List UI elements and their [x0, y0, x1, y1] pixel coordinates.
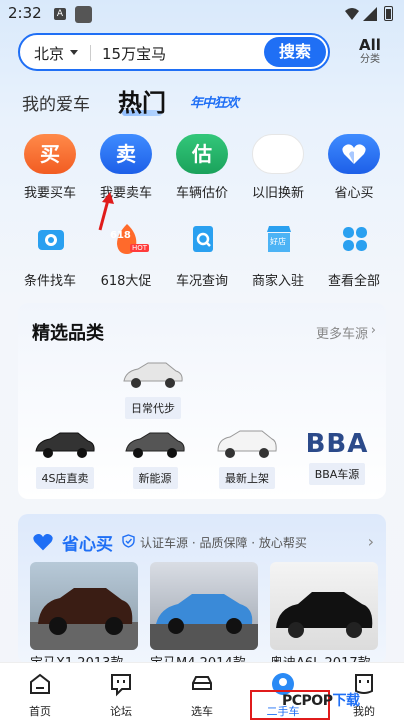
- white-suv-icon: [217, 430, 277, 458]
- top-tabs: 我的爱车 热门 年中狂欢: [22, 83, 382, 118]
- nav-forum[interactable]: 论坛: [91, 671, 151, 719]
- view-all[interactable]: 查看全部: [318, 218, 390, 294]
- category-new-energy[interactable]: 新能源: [120, 427, 190, 489]
- category-label: 最新上架: [219, 467, 275, 489]
- car-card-bmw-x1[interactable]: [30, 562, 138, 650]
- watermark: PCPOP下载: [282, 690, 360, 710]
- tab-my-car[interactable]: 我的爱车: [22, 90, 90, 115]
- bmw-x1-photo: [30, 588, 138, 650]
- condition-search-label: 条件找车: [23, 274, 76, 289]
- nav-home-label: 首页: [29, 705, 51, 718]
- more-cars-link[interactable]: 更多车源: [316, 323, 368, 342]
- bba-logo: BBA: [305, 429, 369, 459]
- watermark-suffix: 下载: [332, 693, 360, 709]
- quick-estimate-label: 车辆估价: [175, 186, 228, 201]
- tab-hot[interactable]: 热门: [118, 83, 166, 118]
- quick-save-buy[interactable]: 省心买: [318, 130, 390, 206]
- watermark-main: PCPOP: [282, 693, 333, 709]
- search-input[interactable]: 15万宝马: [102, 43, 166, 64]
- bmw-m4-photo: [150, 594, 258, 650]
- nav-forum-label: 论坛: [110, 705, 132, 718]
- merchant-join-label: 商家入驻: [251, 274, 304, 289]
- save-buy-title: 省心买: [62, 535, 113, 555]
- save-buy-description: 认证车源 · 品质保障 · 放心帮买: [140, 536, 307, 550]
- wifi-icon: [345, 8, 359, 20]
- forum-icon: [111, 674, 131, 697]
- category-label: 日常代步: [125, 397, 181, 419]
- category-latest[interactable]: 最新上架: [212, 427, 282, 489]
- quick-estimate[interactable]: 估 车辆估价: [166, 130, 238, 206]
- search-divider: [90, 45, 91, 61]
- promo-618-label: 618大促: [100, 274, 152, 289]
- estimate-icon: 估: [176, 134, 228, 174]
- caret-down-icon: [70, 50, 78, 55]
- merchant-join[interactable]: 好店 商家入驻: [242, 218, 314, 294]
- audi-a6l-photo: [276, 592, 373, 638]
- report-search-label: 车况查询: [175, 274, 228, 289]
- chevron-right-icon: ›: [370, 323, 376, 338]
- heart-icon: [33, 534, 53, 551]
- nav-car-select[interactable]: 选车: [172, 671, 232, 719]
- city-selector[interactable]: 北京: [34, 43, 64, 64]
- search-bar[interactable]: 北京 15万宝马 搜索: [18, 33, 330, 71]
- promo-618[interactable]: 618 HOT 618大促: [90, 218, 162, 294]
- save-buy-card: 省心买 认证车源 · 品质保障 · 放心帮买 › 宝马X1 2013款 宝马M4…: [18, 514, 386, 671]
- all-categories-big: All: [359, 36, 381, 54]
- report-search-icon: [193, 226, 213, 252]
- condition-search[interactable]: 条件找车: [14, 218, 86, 294]
- category-label: 新能源: [132, 467, 178, 489]
- shield-check-icon: [122, 534, 135, 548]
- buy-icon: 买: [24, 134, 76, 174]
- all-categories-small: 分类: [360, 54, 380, 65]
- car-select-icon: [192, 676, 212, 690]
- signal-icon: [363, 7, 377, 21]
- tab-promo[interactable]: 年中狂欢: [190, 92, 239, 111]
- sell-icon: 卖: [100, 134, 152, 174]
- white-sedan-icon: [123, 362, 183, 388]
- shop-badge: 好店: [270, 237, 286, 246]
- quick-buy[interactable]: 买 我要买车: [14, 130, 86, 206]
- featured-category-card: 精选品类 更多车源 › 日常代步 4S店直卖 新能源 最新上架 BBA BBA车…: [18, 303, 386, 499]
- promo-618-badge: 618: [110, 230, 131, 241]
- category-label: BBA车源: [308, 463, 366, 485]
- search-button[interactable]: 搜索: [264, 37, 326, 67]
- hot-badge: HOT: [130, 244, 150, 252]
- black-sedan-icon: [35, 432, 95, 458]
- quick-trade-in[interactable]: 以旧换新: [242, 130, 314, 206]
- quick-buy-label: 我要买车: [23, 186, 76, 201]
- notification-square-icon: [75, 6, 92, 23]
- quick-actions-row-1: 买 我要买车 卖 我要卖车 估 车辆估价 以旧换新 省心买: [14, 130, 390, 206]
- quick-save-buy-label: 省心买: [334, 186, 374, 201]
- notification-a-icon: A: [54, 8, 66, 20]
- featured-category-title: 精选品类: [32, 323, 104, 344]
- car-card-bmw-m4[interactable]: [150, 562, 258, 650]
- category-daily-commute[interactable]: 日常代步: [118, 357, 188, 419]
- quick-trade-in-label: 以旧换新: [251, 186, 304, 201]
- chevron-right-icon[interactable]: ›: [368, 532, 374, 551]
- battery-icon: [384, 6, 393, 21]
- grey-sedan-icon: [125, 432, 185, 458]
- nav-home[interactable]: 首页: [10, 671, 70, 719]
- status-time: 2:32: [8, 4, 42, 22]
- trade-in-icon: [252, 134, 304, 174]
- quick-actions-row-2: 条件找车 618 HOT 618大促 车况查询 好店 商家入驻 查看全部: [14, 218, 390, 294]
- category-label: 4S店直卖: [35, 467, 95, 489]
- all-categories-button[interactable]: All 分类: [352, 36, 388, 66]
- category-4s-direct[interactable]: 4S店直卖: [30, 427, 100, 489]
- view-all-label: 查看全部: [327, 274, 380, 289]
- car-search-icon: [38, 230, 64, 250]
- car-card-audi-a6l[interactable]: [270, 562, 378, 650]
- nav-car-select-label: 选车: [191, 705, 213, 718]
- report-search[interactable]: 车况查询: [166, 218, 238, 294]
- grid-icon: [343, 227, 367, 251]
- heart-icon: [328, 134, 380, 174]
- home-icon: [30, 673, 50, 694]
- status-bar: 2:32 A: [0, 0, 404, 28]
- category-bba[interactable]: BBA BBA车源: [302, 427, 372, 485]
